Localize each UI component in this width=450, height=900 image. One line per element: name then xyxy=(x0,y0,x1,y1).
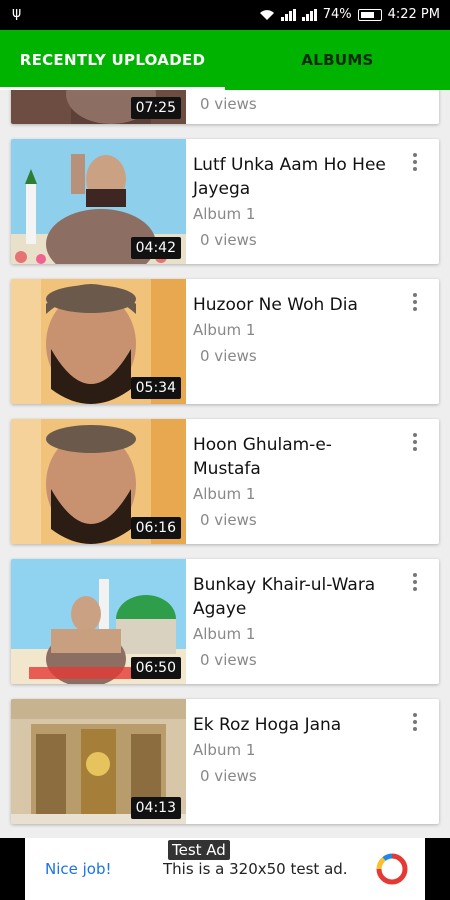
wifi-icon xyxy=(259,9,274,20)
video-thumbnail[interactable]: 07:25 xyxy=(11,90,186,124)
video-views: 0 views xyxy=(200,95,257,113)
video-duration: 05:34 xyxy=(130,377,181,399)
video-duration: 06:50 xyxy=(130,657,181,679)
video-views: 0 views xyxy=(200,231,257,249)
tab-bar: RECENTLY UPLOADED ALBUMS xyxy=(0,30,450,90)
video-card[interactable]: 07:25 0 views xyxy=(11,90,439,124)
signal-icon-2 xyxy=(301,8,317,21)
usb-icon: ψ xyxy=(12,5,22,21)
video-duration: 07:25 xyxy=(130,97,181,119)
video-card[interactable]: 06:50 Bunkay Khair-ul-Wara Agaye Album 1… xyxy=(11,559,439,684)
video-album: Album 1 xyxy=(193,625,256,643)
video-duration: 06:16 xyxy=(130,517,181,539)
video-duration: 04:13 xyxy=(130,797,181,819)
video-card[interactable]: 04:13 Ek Roz Hoga Jana Album 1 0 views xyxy=(11,699,439,824)
battery-percent: 74% xyxy=(322,7,352,22)
video-thumbnail[interactable]: 04:42 xyxy=(11,139,186,264)
video-album: Album 1 xyxy=(193,321,256,339)
clock: 4:22 PM xyxy=(387,7,440,22)
ad-tag: Test Ad xyxy=(168,840,230,860)
more-options-icon[interactable] xyxy=(413,573,417,594)
ad-logo-icon xyxy=(376,853,408,885)
more-options-icon[interactable] xyxy=(413,293,417,314)
video-album: Album 1 xyxy=(193,205,256,223)
video-title[interactable]: Bunkay Khair-ul-Wara Agaye xyxy=(193,573,393,621)
ad-nice-job[interactable]: Nice job! xyxy=(45,860,112,878)
more-options-icon[interactable] xyxy=(413,433,417,454)
video-album: Album 1 xyxy=(193,485,256,503)
video-views: 0 views xyxy=(200,511,257,529)
ad-banner[interactable]: Nice job! This is a 320x50 test ad. Test… xyxy=(0,838,450,900)
ad-text: This is a 320x50 test ad. xyxy=(163,860,348,878)
video-album: Album 1 xyxy=(193,741,256,759)
tab-albums[interactable]: ALBUMS xyxy=(225,30,450,90)
video-views: 0 views xyxy=(200,767,257,785)
video-title[interactable]: Huzoor Ne Woh Dia xyxy=(193,293,393,317)
signal-icon-1 xyxy=(280,8,296,21)
video-title[interactable]: Ek Roz Hoga Jana xyxy=(193,713,393,737)
video-thumbnail[interactable]: 06:50 xyxy=(11,559,186,684)
tab-recently-uploaded[interactable]: RECENTLY UPLOADED xyxy=(0,30,225,90)
status-bar: ψ 74% 4:22 PM xyxy=(0,0,450,30)
video-thumbnail[interactable]: 04:13 xyxy=(11,699,186,824)
video-card[interactable]: 04:42 Lutf Unka Aam Ho Hee Jayega Album … xyxy=(11,139,439,264)
video-list[interactable]: 07:25 0 views 04:42 Lutf Unka Aam Ho Hee… xyxy=(0,90,450,838)
video-card[interactable]: 06:16 Hoon Ghulam-e-Mustafa Album 1 0 vi… xyxy=(11,419,439,544)
more-options-icon[interactable] xyxy=(413,153,417,174)
video-thumbnail[interactable]: 05:34 xyxy=(11,279,186,404)
battery-icon xyxy=(357,8,382,21)
video-title[interactable]: Lutf Unka Aam Ho Hee Jayega xyxy=(193,153,393,201)
video-views: 0 views xyxy=(200,651,257,669)
video-title[interactable]: Hoon Ghulam-e-Mustafa xyxy=(193,433,393,481)
video-thumbnail[interactable]: 06:16 xyxy=(11,419,186,544)
video-views: 0 views xyxy=(200,347,257,365)
video-card[interactable]: 05:34 Huzoor Ne Woh Dia Album 1 0 views xyxy=(11,279,439,404)
more-options-icon[interactable] xyxy=(413,713,417,734)
video-duration: 04:42 xyxy=(130,237,181,259)
